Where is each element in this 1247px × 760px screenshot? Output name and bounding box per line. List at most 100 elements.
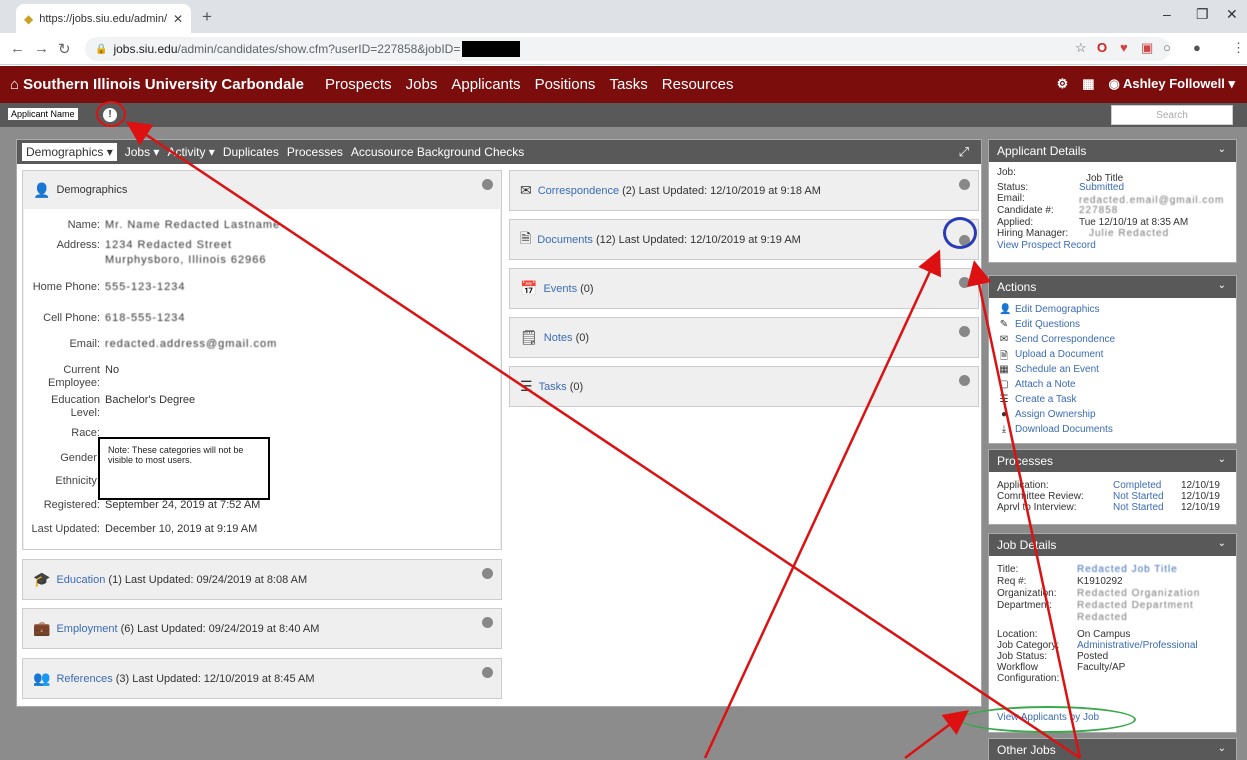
extension-pdf-icon[interactable]: ▣	[1141, 40, 1153, 56]
action-download-documents[interactable]: ⤓ Download Documents	[999, 424, 1113, 435]
events-card[interactable]: 📅 Events (0)	[509, 268, 979, 309]
new-tab-icon[interactable]: +	[202, 7, 212, 27]
bookmark-star-icon[interactable]: ☆	[1075, 40, 1087, 56]
tasks-gear-icon[interactable]	[959, 375, 970, 386]
nav-tasks[interactable]: Tasks	[609, 76, 647, 93]
documents-card[interactable]: 🗎 Documents (12) Last Updated: 12/10/201…	[509, 219, 979, 260]
references-card[interactable]: 👥 References (3) Last Updated: 12/10/201…	[22, 658, 502, 699]
tab-jobs[interactable]: Jobs ▾	[125, 145, 160, 159]
browser-tab[interactable]: ◆ https://jobs.siu.edu/admin/candi ✕	[16, 4, 191, 33]
envelope-icon: ✉	[999, 334, 1009, 345]
minimize-icon[interactable]: –	[1163, 6, 1171, 22]
tab-accusource[interactable]: Accusource Background Checks	[351, 145, 524, 159]
tab-duplicates[interactable]: Duplicates	[223, 145, 279, 159]
process-status[interactable]: Not Started	[1113, 502, 1164, 513]
events-link[interactable]: Events	[543, 283, 577, 295]
last-updated-value: December 10, 2019 at 9:19 AM	[105, 523, 258, 535]
tab-processes[interactable]: Processes	[287, 145, 343, 159]
correspondence-text: Correspondence (2) Last Updated: 12/10/2…	[538, 185, 821, 197]
user-menu[interactable]: ◉ Ashley Followell ▾	[1109, 76, 1235, 92]
tab-activity[interactable]: Activity ▾	[167, 145, 214, 159]
education-link[interactable]: Education	[56, 574, 105, 586]
forward-icon[interactable]: →	[34, 40, 49, 57]
education-gear-icon[interactable]	[482, 568, 493, 579]
employment-gear-icon[interactable]	[482, 617, 493, 628]
action-attach-note[interactable]: ▢ Attach a Note	[999, 379, 1075, 390]
chevron-down-icon[interactable]: ⌄	[1218, 454, 1226, 465]
demographics-gear-icon[interactable]	[482, 179, 493, 190]
process-status[interactable]: Not Started	[1113, 491, 1164, 502]
expand-icon[interactable]: ⤢	[959, 144, 969, 160]
title-value[interactable]: Redacted Job Title	[1077, 564, 1178, 575]
processes-header[interactable]: Processes ⌄	[989, 450, 1236, 472]
nav-prospects[interactable]: Prospects	[325, 76, 392, 93]
notes-gear-icon[interactable]	[959, 326, 970, 337]
address-line2: Murphysboro, Illinois 62966	[105, 254, 267, 266]
actions-header[interactable]: Actions ⌄	[989, 276, 1236, 298]
extension-opera-icon[interactable]: O	[1097, 40, 1107, 55]
chevron-down-icon[interactable]: ⌄	[1218, 538, 1226, 549]
correspondence-gear-icon[interactable]	[959, 179, 970, 190]
education-card[interactable]: 🎓 Education (1) Last Updated: 09/24/2019…	[22, 559, 502, 600]
annotation-green-circle	[960, 706, 1136, 733]
correspondence-link[interactable]: Correspondence	[538, 185, 619, 197]
references-gear-icon[interactable]	[482, 667, 493, 678]
other-jobs-header[interactable]: Other Jobs ⌄	[989, 739, 1236, 760]
reload-icon[interactable]: ↻	[58, 40, 71, 58]
notes-link[interactable]: Notes	[544, 332, 573, 344]
actions-title: Actions	[997, 280, 1037, 294]
back-icon[interactable]: ←	[10, 40, 25, 57]
chevron-down-icon[interactable]: ⌄	[1218, 280, 1226, 291]
demographics-title: Demographics	[56, 184, 128, 196]
chevron-down-icon[interactable]: ⌄	[1218, 144, 1226, 155]
nav-jobs[interactable]: Jobs	[406, 76, 438, 93]
references-link[interactable]: References	[56, 673, 112, 685]
browser-menu-icon[interactable]: ⋮	[1232, 40, 1245, 56]
lock-icon: 🔒	[95, 43, 108, 55]
tab-demographics[interactable]: Demographics ▾	[22, 143, 117, 161]
restore-icon[interactable]: ❐	[1196, 6, 1209, 23]
employment-meta: (6) Last Updated: 09/24/2019 at 8:40 AM	[117, 622, 320, 635]
applicant-details-header[interactable]: Applicant Details ⌄	[989, 140, 1236, 162]
documents-link[interactable]: Documents	[537, 234, 593, 246]
nav-applicants[interactable]: Applicants	[451, 76, 520, 93]
applicant-details-title: Applicant Details	[997, 144, 1087, 158]
extension-record-icon[interactable]: ○	[1163, 40, 1171, 55]
action-create-task[interactable]: ☰ Create a Task	[999, 394, 1077, 405]
employment-card[interactable]: 💼 Employment (6) Last Updated: 09/24/201…	[22, 608, 502, 649]
url-bar[interactable]: 🔒 jobs.siu.edu /admin/candidates/show.cf…	[85, 37, 1170, 61]
tasks-link[interactable]: Tasks	[539, 381, 567, 393]
organization-value: Redacted Organization	[1077, 588, 1201, 599]
apps-grid-icon[interactable]: ▦	[1082, 76, 1094, 92]
process-date: 12/10/19	[1181, 502, 1220, 513]
tab-close-icon[interactable]: ✕	[173, 12, 183, 26]
last-updated-label: Last Updated:	[31, 523, 101, 535]
status-value[interactable]: Submitted	[1079, 182, 1124, 193]
close-window-icon[interactable]: ✕	[1226, 6, 1238, 23]
employment-link[interactable]: Employment	[56, 623, 117, 635]
category-value[interactable]: Administrative/Professional	[1077, 640, 1198, 651]
nav-positions[interactable]: Positions	[535, 76, 596, 93]
chevron-down-icon[interactable]: ⌄	[1218, 743, 1226, 754]
action-edit-questions[interactable]: ✎ Edit Questions	[999, 319, 1080, 330]
process-status[interactable]: Completed	[1113, 480, 1161, 491]
brand[interactable]: ⌂ Southern Illinois University Carbondale	[10, 76, 304, 93]
events-gear-icon[interactable]	[959, 277, 970, 288]
references-text: References (3) Last Updated: 12/10/2019 …	[56, 673, 314, 685]
action-schedule-event[interactable]: ▦ Schedule an Event	[999, 364, 1099, 375]
extension-pocket-icon[interactable]: ♥	[1120, 40, 1128, 55]
tasks-card[interactable]: ☰ Tasks (0)	[509, 366, 979, 407]
search-input[interactable]: Search	[1111, 105, 1233, 125]
address-line1: 1234 Redacted Street	[105, 239, 233, 251]
profile-avatar-icon[interactable]: ●	[1193, 40, 1201, 55]
action-assign-ownership[interactable]: ● Assign Ownership	[999, 409, 1096, 420]
notes-card[interactable]: 🗒 Notes (0)	[509, 317, 979, 358]
view-prospect-link[interactable]: View Prospect Record	[997, 240, 1096, 251]
action-send-correspondence[interactable]: ✉ Send Correspondence	[999, 334, 1115, 345]
job-details-header[interactable]: Job Details ⌄	[989, 534, 1236, 556]
correspondence-card[interactable]: ✉ Correspondence (2) Last Updated: 12/10…	[509, 170, 979, 211]
nav-resources[interactable]: Resources	[662, 76, 734, 93]
action-edit-demographics[interactable]: 👤 Edit Demographics	[999, 304, 1099, 315]
employment-text: Employment (6) Last Updated: 09/24/2019 …	[56, 623, 319, 635]
settings-gear-icon[interactable]: ⚙	[1057, 76, 1069, 92]
